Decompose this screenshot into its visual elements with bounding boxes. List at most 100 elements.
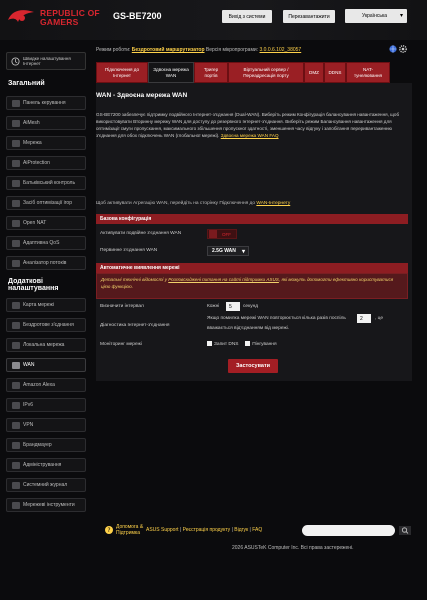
parental-icon xyxy=(12,180,20,187)
sidebar-item-label: IPv6 xyxy=(23,402,34,408)
sidebar-item-lan[interactable]: Локальна мережа xyxy=(6,338,86,352)
advanced-heading: Додаткові налаштування xyxy=(8,278,58,292)
sidebar-item-traffic-analyzer[interactable]: Аналізатор потоків xyxy=(6,256,86,270)
sidebar-item-open-nat[interactable]: Open NAT xyxy=(6,216,86,230)
sidebar-item-label: Карта мережі xyxy=(23,302,54,308)
sidebar-item-aiprotection[interactable]: AiProtection xyxy=(6,156,86,170)
sidebar-item-alexa[interactable]: Amazon Alexa xyxy=(6,378,86,392)
sidebar-item-label: Мережа xyxy=(23,140,42,146)
auto-detect-heading: Автоматичне виявлення мережі xyxy=(96,263,408,273)
mode-value[interactable]: Бездротовий маршрутизатор xyxy=(132,47,205,53)
network-icon xyxy=(12,140,20,147)
sidebar-item-ipv6[interactable]: IPv6 xyxy=(6,398,86,412)
footer-search-input[interactable] xyxy=(302,525,395,536)
tab-dual-wan[interactable]: Здвоєна мережа WAN xyxy=(148,62,194,83)
rog-logo-icon xyxy=(8,10,34,22)
tab-dmz[interactable]: DMZ xyxy=(304,62,324,83)
page-description: GS-BE7200 забезпечує підтримку подвійног… xyxy=(96,111,406,139)
sidebar-item-parental-control[interactable]: Батьківський контроль xyxy=(6,176,86,190)
general-heading: Загальний xyxy=(8,80,45,87)
sidebar-item-label: Аналізатор потоків xyxy=(23,260,67,266)
ping-checkbox[interactable] xyxy=(245,341,251,346)
tab-virtual-server[interactable]: Віртуальний сервер / Переадресація порту xyxy=(228,62,304,83)
apply-button[interactable]: Застосувати xyxy=(228,359,278,373)
ping-label: Пінгування xyxy=(252,341,277,347)
chevron-down-icon: ▾ xyxy=(241,249,245,255)
search-icon[interactable] xyxy=(399,526,411,535)
sidebar-item-game-boost[interactable]: Засіб оптимізації ігор xyxy=(6,196,86,210)
monitor-options: Запит DNS Пінгування xyxy=(207,341,277,347)
lan-icon xyxy=(12,342,20,349)
sidebar-item-label: Панель керування xyxy=(23,100,66,106)
globe-icon[interactable] xyxy=(389,45,397,53)
monitor-label: Моніторинг мережі xyxy=(100,342,142,347)
gear-icon[interactable] xyxy=(399,45,407,53)
fw-value[interactable]: 3.0.0.6.102_38057 xyxy=(259,47,301,53)
sidebar-item-wireless[interactable]: Бездротове з'єднання xyxy=(6,318,86,332)
sidebar-item-label: Засіб оптимізації ігор xyxy=(23,200,72,206)
detect-every-label: Кожні xyxy=(207,304,220,309)
sidebar-item-label: WAN xyxy=(23,362,35,368)
separator: | xyxy=(179,527,182,533)
wan-internet-link[interactable]: WAN-Інтернету xyxy=(256,201,290,206)
sidebar-item-firewall[interactable]: Брандмауер xyxy=(6,438,86,452)
sidebar-item-wan[interactable]: WAN xyxy=(6,358,86,372)
vpn-icon xyxy=(12,422,20,429)
dns-query-label: Запит DNS xyxy=(214,341,239,347)
wan-icon xyxy=(12,362,20,369)
diagnostics-label: Діагностика Інтернет-з'єднання xyxy=(100,323,170,328)
diagnostics-text-line-2: вважається від'єднанням від мережі. xyxy=(207,326,290,331)
diagnostics-count-input[interactable]: 2 xyxy=(357,314,371,323)
help-line-2: Підтримка xyxy=(116,530,141,536)
dual-wan-faq-link[interactable]: Здвоєна мережа WAN FAQ xyxy=(221,133,279,138)
sidebar-item-network[interactable]: Мережа xyxy=(6,136,86,150)
aimesh-icon xyxy=(12,120,20,127)
firewall-icon xyxy=(12,442,20,449)
sidebar-item-vpn[interactable]: VPN xyxy=(6,418,86,432)
asus-support-link[interactable]: ASUS Support xyxy=(146,527,179,533)
asus-faq-link[interactable]: Розповсюджені питання на сайті підтримки… xyxy=(168,277,279,282)
help-support-link[interactable]: Допомога & Підтримка xyxy=(116,524,143,536)
tab-port-trigger[interactable]: Тригер портів xyxy=(194,62,228,83)
wireless-icon xyxy=(12,322,20,329)
tab-internet-connection[interactable]: Підключення до Інтернет xyxy=(96,62,148,83)
dual-wan-toggle[interactable]: OFF xyxy=(207,229,237,239)
logout-button[interactable]: Вихід з системи xyxy=(222,10,272,23)
fw-label: Версія мікропрограми: xyxy=(205,47,259,53)
ipv6-icon xyxy=(12,402,20,409)
sidebar-item-label: Батьківський контроль xyxy=(23,180,76,186)
advanced-heading-line-2: налаштування xyxy=(8,285,59,292)
sidebar-item-dashboard[interactable]: Панель керування xyxy=(6,96,86,110)
quick-setup-button[interactable]: Швидке налаштування Інтернет xyxy=(6,52,86,70)
feedback-link[interactable]: Відгук xyxy=(234,527,248,533)
mode-label: Режим роботи: xyxy=(96,47,131,53)
sidebar: Швидке налаштування Інтернет Загальний П… xyxy=(0,40,92,520)
toggle-state: OFF xyxy=(222,231,231,237)
product-registration-link[interactable]: Реєстрація продукту xyxy=(183,527,231,533)
reboot-button[interactable]: Перезавантажити xyxy=(283,10,335,23)
sidebar-item-label: Бездротове з'єднання xyxy=(23,322,74,328)
support-notice-text: Детальні технічні відомості у Розповсюдж… xyxy=(101,276,401,290)
sidebar-item-label: AiProtection xyxy=(23,160,50,166)
primary-wan-select[interactable]: 2.5G WAN ▾ xyxy=(207,246,249,256)
sidebar-item-system-log[interactable]: Системний журнал xyxy=(6,478,86,492)
tab-bar: Підключення до Інтернет Здвоєна мережа W… xyxy=(96,62,416,83)
dashboard-icon xyxy=(12,100,20,107)
sidebar-item-label: Мережеві інструменти xyxy=(23,502,75,508)
sidebar-item-aimesh[interactable]: AiMesh xyxy=(6,116,86,130)
sidebar-item-network-map[interactable]: Карта мережі xyxy=(6,298,86,312)
brand-line-2: GAMERS xyxy=(40,16,79,27)
sidebar-item-network-tools[interactable]: Мережеві інструменти xyxy=(6,498,86,512)
sidebar-item-label: Адміністрування xyxy=(23,462,62,468)
footer: ? Допомога & Підтримка ASUS Support | Ре… xyxy=(0,520,427,560)
language-select[interactable]: Українська ▾ xyxy=(345,9,407,23)
support-notice: Детальні технічні відомості у Розповсюдж… xyxy=(96,273,408,299)
tab-ddns[interactable]: DDNS xyxy=(324,62,346,83)
sidebar-item-adaptive-qos[interactable]: Адаптивна QoS xyxy=(6,236,86,250)
aggregation-note: Щоб активувати Агрегацію WAN, перейдіть … xyxy=(96,201,290,206)
faq-link[interactable]: FAQ xyxy=(252,527,262,533)
tab-nat-passthrough[interactable]: NAT-тунелювання xyxy=(346,62,390,83)
dns-query-checkbox[interactable] xyxy=(207,341,212,346)
sidebar-item-administration[interactable]: Адміністрування xyxy=(6,458,86,472)
detect-interval-input[interactable]: 5 xyxy=(226,302,240,311)
